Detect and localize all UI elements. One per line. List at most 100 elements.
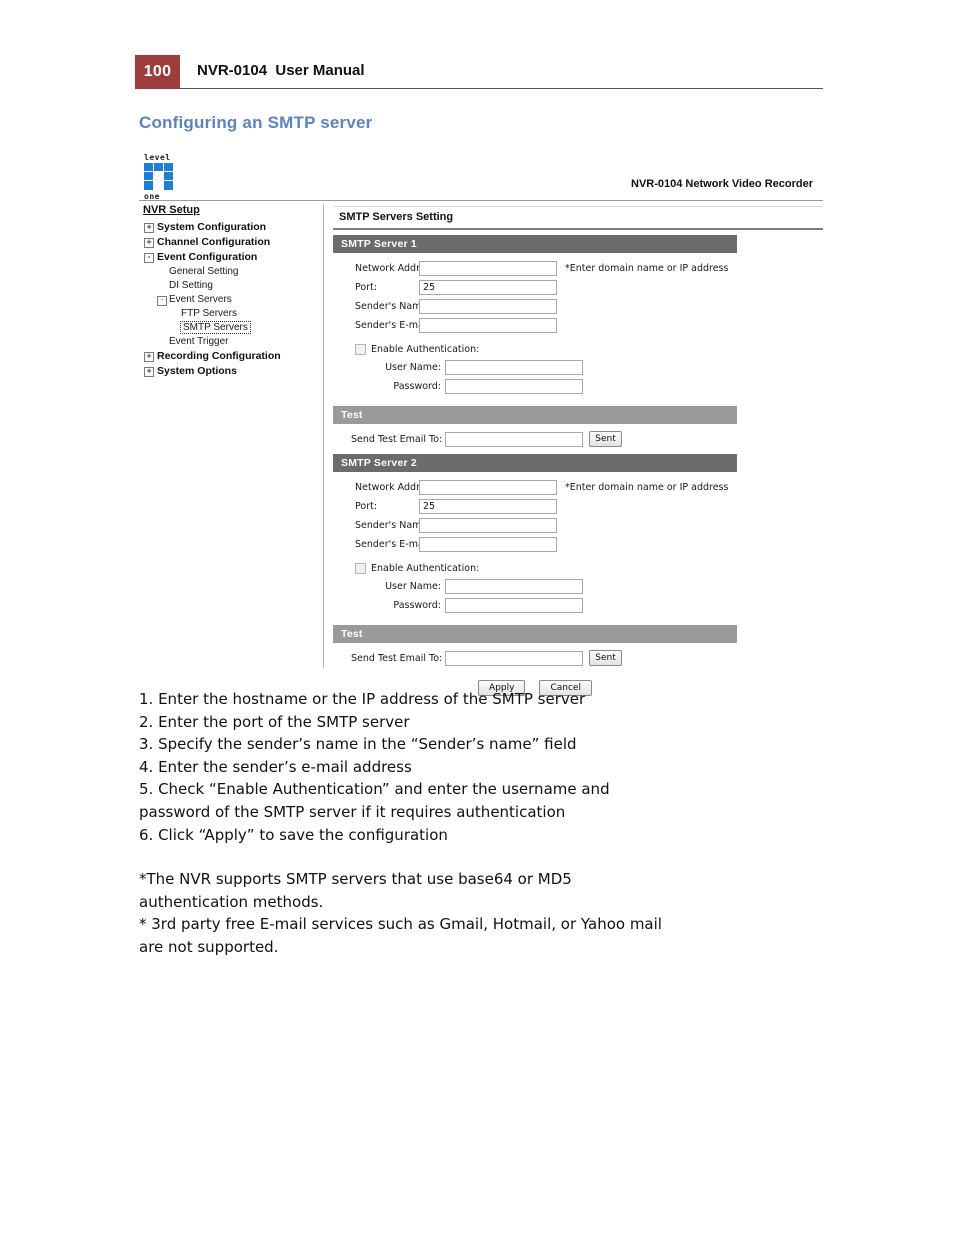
sidebar-item-system-options[interactable]: + System Options (143, 364, 319, 379)
sidebar-item-di-setting[interactable]: DI Setting (143, 279, 319, 293)
send-test-email-button-2[interactable]: Sent (589, 650, 622, 666)
sidebar-label-selected: SMTP Servers (180, 321, 251, 334)
sidebar-item-ftp-servers[interactable]: FTP Servers (143, 307, 319, 321)
port-label: Port: (355, 281, 378, 293)
expander-minus-icon[interactable]: - (144, 253, 154, 263)
password-input-1[interactable] (445, 378, 583, 394)
port-input-2[interactable] (419, 498, 557, 514)
send-test-email-label: Send Test Email To: (351, 652, 443, 664)
sidebar-label: Recording Configuration (157, 350, 281, 362)
smtp-server-1-header: SMTP Server 1 (333, 235, 737, 253)
smtp-server-2-header: SMTP Server 2 (333, 454, 737, 472)
sidebar-label: DI Setting (169, 280, 213, 291)
header-divider (180, 88, 823, 89)
expander-plus-icon[interactable]: + (144, 352, 154, 362)
sender-email-input-2[interactable] (419, 536, 557, 552)
sidebar-item-system-configuration[interactable]: + System Configuration (143, 220, 319, 235)
smtp-settings-panel: SMTP Servers Setting SMTP Server 1 Netwo… (333, 206, 823, 696)
expander-plus-icon[interactable]: + (144, 367, 154, 377)
smtp-server-2-form: Network Address: *Enter domain name or I… (333, 472, 823, 617)
test-section-header-2: Test (333, 625, 737, 643)
sidebar-item-event-configuration[interactable]: - Event Configuration (143, 250, 319, 265)
sender-name-row: Sender's Name: (333, 516, 823, 534)
port-row: Port: (333, 497, 823, 515)
port-row: Port: (333, 278, 823, 296)
sender-name-row: Sender's Name: (333, 297, 823, 315)
device-product-title: NVR-0104 Network Video Recorder (631, 178, 813, 190)
user-name-label: User Name: (385, 361, 441, 373)
expander-minus-icon[interactable]: - (157, 296, 167, 306)
sidebar-label: System Configuration (157, 221, 267, 233)
password-row: Password: (333, 377, 823, 395)
network-address-input-2[interactable] (419, 479, 557, 495)
expander-plus-icon[interactable]: + (144, 238, 154, 248)
port-input-1[interactable] (419, 279, 557, 295)
password-input-2[interactable] (445, 597, 583, 613)
instruction-step: 3. Specify the sender’s name in the “Sen… (139, 735, 577, 754)
instruction-step: 5. Check “Enable Authentication” and ent… (139, 780, 610, 799)
sender-email-row: Sender's E-mail: (333, 316, 823, 334)
sidebar-label: Event Configuration (157, 251, 258, 263)
sidebar-item-event-trigger[interactable]: Event Trigger (143, 335, 319, 349)
password-label: Password: (393, 380, 441, 392)
sender-email-label: Sender's E-mail: (355, 319, 433, 331)
network-address-hint: *Enter domain name or IP address (565, 481, 729, 493)
sender-email-input-1[interactable] (419, 317, 557, 333)
sender-name-input-2[interactable] (419, 517, 557, 533)
send-test-email-input-2[interactable] (445, 650, 584, 666)
send-test-email-label: Send Test Email To: (351, 433, 443, 445)
user-name-label: User Name: (385, 580, 441, 592)
sender-email-label: Sender's E-mail: (355, 538, 433, 550)
page-header: 100 NVR-0104 User Manual (135, 55, 823, 89)
instruction-step: 1. Enter the hostname or the IP address … (139, 690, 586, 708)
enable-auth-row[interactable]: Enable Authentication: (333, 559, 823, 577)
section-heading: Configuring an SMTP server (139, 113, 373, 132)
instruction-note: are not supported. (139, 937, 279, 956)
send-test-email-input-1[interactable] (445, 431, 584, 447)
sender-name-label: Sender's Name: (355, 300, 431, 312)
sidebar-item-recording-configuration[interactable]: + Recording Configuration (143, 349, 319, 364)
sidebar-item-smtp-servers[interactable]: SMTP Servers (143, 321, 319, 335)
setup-navigation-tree: NVR Setup + System Configuration + Chann… (143, 204, 319, 379)
manual-title: NVR-0104 User Manual (197, 62, 365, 79)
instruction-note: *The NVR supports SMTP servers that use … (139, 870, 572, 889)
instruction-step: 6. Click “Apply” to save the configurati… (139, 825, 448, 844)
password-row: Password: (333, 596, 823, 614)
network-address-input-1[interactable] (419, 260, 557, 276)
nav-root-nvr-setup[interactable]: NVR Setup (143, 204, 319, 216)
network-address-row: Network Address: *Enter domain name or I… (333, 259, 823, 277)
send-test-email-row-1: Send Test Email To: Sent (333, 429, 823, 449)
enable-auth-row[interactable]: Enable Authentication: (333, 340, 823, 358)
instructions-block: 1. Enter the hostname or the IP address … (139, 688, 839, 959)
sidebar-label: Event Servers (169, 294, 232, 305)
instruction-step: 4. Enter the sender’s e-mail address (139, 757, 412, 776)
sidebar-item-channel-configuration[interactable]: + Channel Configuration (143, 235, 319, 250)
sidebar-label: General Setting (169, 266, 239, 277)
user-name-row: User Name: (333, 577, 823, 595)
network-address-hint: *Enter domain name or IP address (565, 262, 729, 274)
expander-plus-icon[interactable]: + (144, 223, 154, 233)
network-address-label: Network Address: (355, 481, 439, 493)
user-name-row: User Name: (333, 358, 823, 376)
instruction-step: password of the SMTP server if it requir… (139, 802, 566, 821)
instruction-step: 2. Enter the port of the SMTP server (139, 712, 410, 731)
enable-auth-checkbox-1[interactable] (355, 343, 366, 355)
sidebar-item-general-setting[interactable]: General Setting (143, 265, 319, 279)
sidebar-item-event-servers[interactable]: - Event Servers (143, 293, 319, 307)
network-address-row: Network Address: *Enter domain name or I… (333, 478, 823, 496)
user-name-input-2[interactable] (445, 578, 583, 594)
network-address-label: Network Address: (355, 262, 439, 274)
password-label: Password: (393, 599, 441, 611)
send-test-email-button-1[interactable]: Sent (589, 431, 622, 447)
sender-name-input-1[interactable] (419, 298, 557, 314)
instruction-note: authentication methods. (139, 892, 324, 911)
sidebar-label: System Options (157, 365, 237, 377)
sender-email-row: Sender's E-mail: (333, 535, 823, 553)
levelone-logo: level one (143, 153, 181, 201)
smtp-server-1-form: Network Address: *Enter domain name or I… (333, 253, 823, 398)
device-title-divider (139, 200, 823, 201)
send-test-email-row-2: Send Test Email To: Sent (333, 648, 823, 668)
device-web-ui-screenshot: level one NVR-0104 Network Video Recorde… (139, 150, 823, 696)
enable-auth-checkbox-2[interactable] (355, 562, 366, 574)
user-name-input-1[interactable] (445, 359, 583, 375)
